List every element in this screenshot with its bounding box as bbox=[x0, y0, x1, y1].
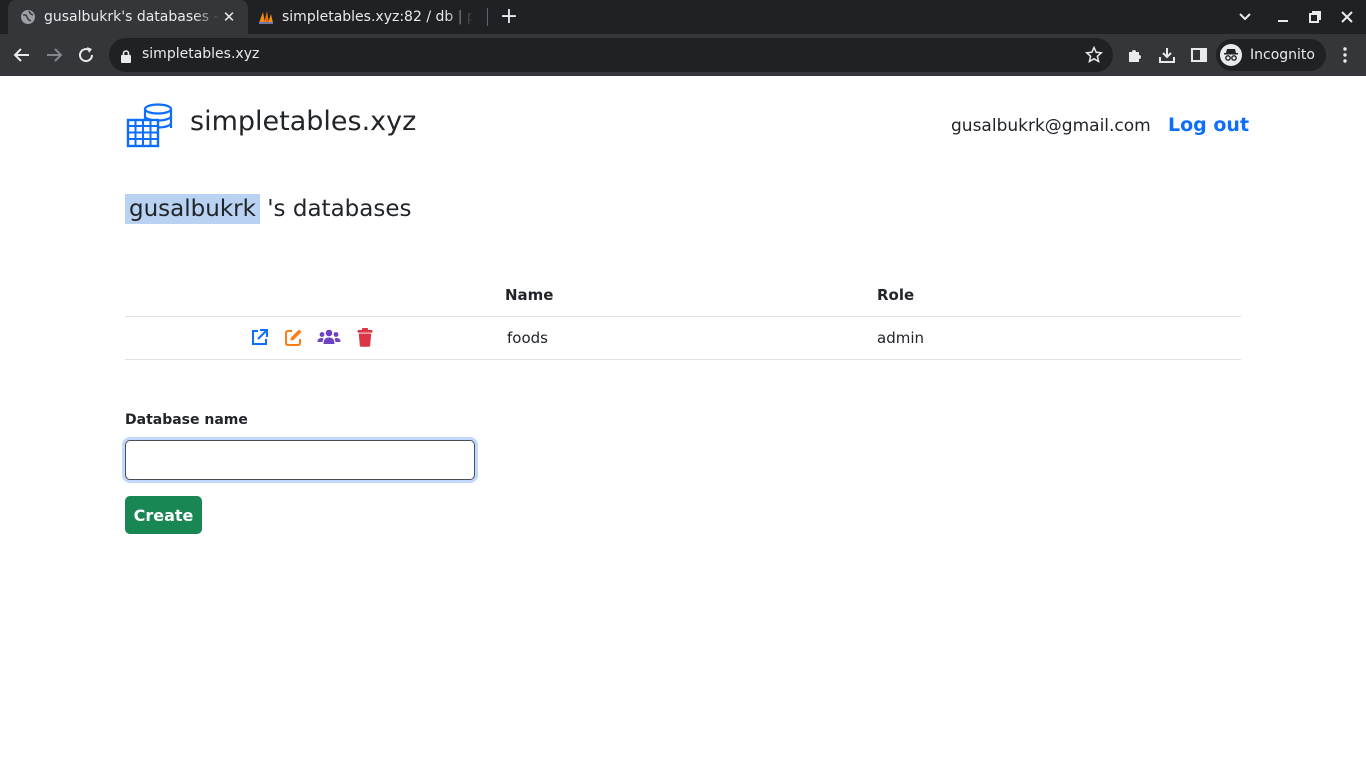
tab-title: gusalbukrk's databases - simpletables.xy… bbox=[44, 9, 220, 25]
back-icon[interactable] bbox=[10, 43, 34, 67]
address-bar[interactable]: simpletables.xyz bbox=[109, 38, 1113, 72]
reload-icon[interactable] bbox=[74, 43, 98, 67]
column-header-name: Name bbox=[505, 274, 877, 317]
database-name-label: Database name bbox=[125, 412, 248, 428]
manage-users-icon[interactable] bbox=[317, 328, 341, 348]
forward-icon[interactable] bbox=[42, 43, 66, 67]
databases-table: Name Role foods admin bbox=[125, 274, 1241, 360]
close-window-icon[interactable] bbox=[1336, 6, 1358, 28]
browser-toolbar: simpletables.xyz Incognito bbox=[0, 34, 1366, 76]
table-header-row: Name Role bbox=[125, 274, 1241, 317]
new-tab-icon[interactable]: + bbox=[498, 6, 520, 28]
delete-database-icon[interactable] bbox=[355, 328, 375, 348]
incognito-profile-button[interactable]: Incognito bbox=[1216, 39, 1326, 71]
database-name-input[interactable] bbox=[125, 440, 475, 480]
tab-separator bbox=[487, 8, 488, 26]
column-header-role: Role bbox=[877, 274, 1241, 317]
globe-icon bbox=[20, 9, 36, 25]
restore-icon[interactable] bbox=[1304, 6, 1326, 28]
phpmyadmin-icon bbox=[258, 9, 274, 25]
bookmark-star-icon[interactable] bbox=[1084, 45, 1104, 68]
profile-label: Incognito bbox=[1250, 47, 1315, 63]
row-actions bbox=[125, 316, 505, 360]
url-text[interactable]: simpletables.xyz bbox=[142, 46, 259, 62]
close-tab-icon[interactable]: ✕ bbox=[220, 8, 238, 26]
tab-databases[interactable]: gusalbukrk's databases - simpletables.xy… bbox=[8, 0, 248, 34]
page-content: simpletables.xyz gusalbukrk@gmail.com Lo… bbox=[0, 76, 1366, 768]
minimize-icon[interactable] bbox=[1272, 6, 1294, 28]
column-header-actions bbox=[125, 274, 505, 317]
database-name-cell: foods bbox=[505, 316, 877, 360]
database-table-logo-icon[interactable] bbox=[126, 102, 174, 150]
incognito-icon bbox=[1220, 44, 1242, 66]
heading-username: gusalbukrk bbox=[125, 194, 260, 224]
edit-database-icon[interactable] bbox=[283, 328, 303, 348]
tab-search-icon[interactable] bbox=[1234, 6, 1256, 28]
more-menu-icon[interactable] bbox=[1334, 44, 1356, 66]
brand-title[interactable]: simpletables.xyz bbox=[190, 106, 416, 137]
lock-icon[interactable] bbox=[121, 48, 131, 67]
database-role-cell: admin bbox=[877, 316, 1241, 360]
table-row: foods admin bbox=[125, 316, 1241, 360]
tab-phpmyadmin[interactable]: simpletables.xyz:82 / db | phpMyAdmin bbox=[252, 0, 484, 34]
heading-suffix: 's databases bbox=[267, 196, 412, 222]
logout-link[interactable]: Log out bbox=[1168, 114, 1249, 136]
browser-tab-bar: gusalbukrk's databases - simpletables.xy… bbox=[0, 0, 1366, 34]
open-database-icon[interactable] bbox=[249, 328, 269, 348]
create-button[interactable]: Create bbox=[125, 496, 202, 534]
tab-title: simpletables.xyz:82 / db | phpMyAdmin bbox=[282, 9, 474, 25]
side-panel-icon[interactable] bbox=[1188, 44, 1210, 66]
user-email: gusalbukrk@gmail.com bbox=[951, 116, 1151, 136]
extensions-icon[interactable] bbox=[1124, 44, 1146, 66]
download-icon[interactable] bbox=[1156, 44, 1178, 66]
page-title: gusalbukrk 's databases bbox=[125, 194, 412, 224]
